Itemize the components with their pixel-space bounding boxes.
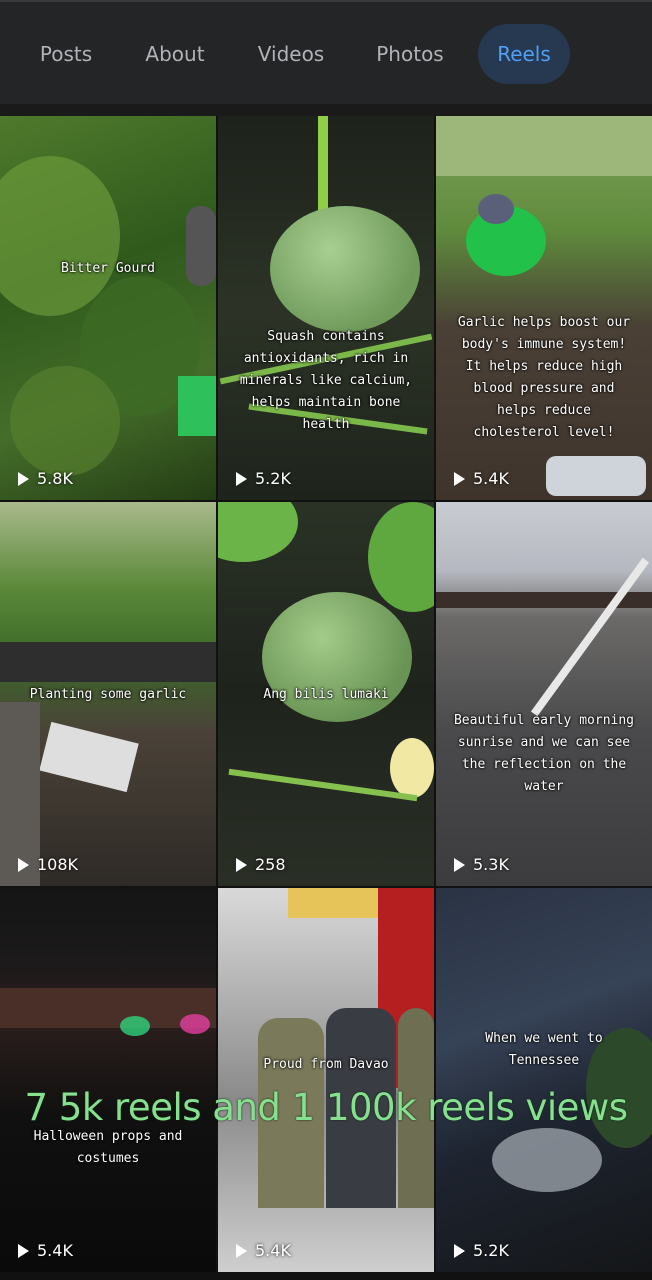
tab-reels[interactable]: Reels xyxy=(478,24,570,84)
view-count: 258 xyxy=(236,855,286,874)
view-count-value: 108K xyxy=(37,855,79,874)
reel-tile-sunrise[interactable]: Beautiful early morning sunrise and we c… xyxy=(436,502,652,886)
view-count: 108K xyxy=(18,855,78,874)
tab-photos[interactable]: Photos xyxy=(362,24,458,84)
view-count: 5.2K xyxy=(236,469,291,488)
reel-tile-tennessee[interactable]: When we went to Tennessee 5.2K xyxy=(436,888,652,1272)
grid-top-divider xyxy=(0,104,652,116)
view-count: 5.4K xyxy=(18,1241,73,1260)
profile-tab-bar: Posts About Videos Photos Reels xyxy=(0,0,652,104)
view-count-value: 5.3K xyxy=(473,855,509,874)
reel-caption: When we went to Tennessee xyxy=(485,1031,603,1068)
tab-videos[interactable]: Videos xyxy=(244,24,338,84)
play-icon xyxy=(18,471,29,486)
reel-caption: Garlic helps boost our body's immune sys… xyxy=(457,315,631,440)
reel-tile-bitter-gourd[interactable]: Bitter Gourd 5.8K xyxy=(0,116,216,500)
play-icon xyxy=(236,1243,247,1258)
reel-tile-garlic-health[interactable]: Garlic helps boost our body's immune sys… xyxy=(436,116,652,500)
view-count: 5.3K xyxy=(454,855,509,874)
reel-tile-proud-from-davao[interactable]: Proud from Davao 5.4K xyxy=(218,888,434,1272)
reel-tile-halloween[interactable]: Halloween props and costumes 5.4K xyxy=(0,888,216,1272)
play-icon xyxy=(454,471,465,486)
play-icon xyxy=(236,857,247,872)
play-icon xyxy=(236,471,247,486)
overlay-caption: 7 5k reels and 1 100k reels views xyxy=(24,1086,628,1129)
view-count: 5.2K xyxy=(454,1241,509,1260)
view-count-value: 5.4K xyxy=(473,469,509,488)
view-count-value: 258 xyxy=(255,855,286,874)
play-icon xyxy=(18,1243,29,1258)
reel-caption: Halloween props and costumes xyxy=(33,1129,183,1166)
play-icon xyxy=(454,1243,465,1258)
tab-about[interactable]: About xyxy=(132,24,218,84)
reel-caption: Proud from Davao xyxy=(263,1057,389,1072)
reel-caption: Ang bilis lumaki xyxy=(263,687,389,702)
view-count: 5.8K xyxy=(18,469,73,488)
play-icon xyxy=(454,857,465,872)
play-icon xyxy=(18,857,29,872)
reel-tile-planting-garlic[interactable]: Planting some garlic 108K xyxy=(0,502,216,886)
reel-caption: Squash contains antioxidants, rich in mi… xyxy=(239,329,413,432)
reel-caption: Bitter Gourd xyxy=(61,261,155,276)
view-count: 5.4K xyxy=(454,469,509,488)
reel-caption: Planting some garlic xyxy=(29,687,187,702)
reel-caption: Beautiful early morning sunrise and we c… xyxy=(453,713,634,794)
tab-posts[interactable]: Posts xyxy=(24,24,108,84)
view-count-value: 5.2K xyxy=(473,1241,509,1260)
view-count: 5.4K xyxy=(236,1241,291,1260)
view-count-value: 5.2K xyxy=(255,469,291,488)
view-count-value: 5.8K xyxy=(37,469,73,488)
reel-tile-ang-bilis-lumaki[interactable]: Ang bilis lumaki 258 xyxy=(218,502,434,886)
view-count-value: 5.4K xyxy=(37,1241,73,1260)
view-count-value: 5.4K xyxy=(255,1241,291,1260)
reel-tile-squash[interactable]: Squash contains antioxidants, rich in mi… xyxy=(218,116,434,500)
